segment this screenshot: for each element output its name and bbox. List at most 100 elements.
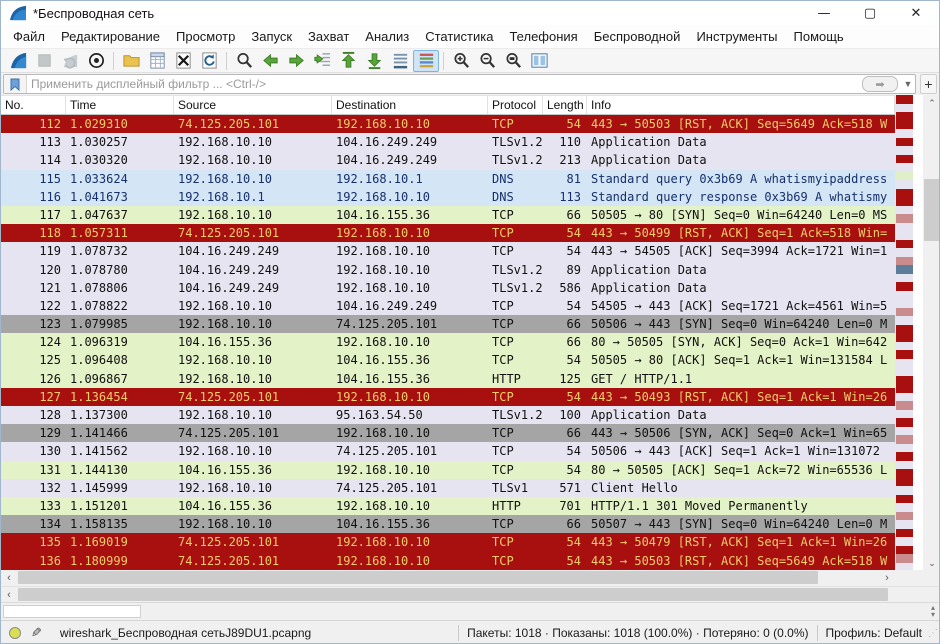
packet-row-130[interactable]: 1301.141562192.168.10.1074.125.205.101TC… — [1, 442, 895, 460]
cell-info: 50505 → 80 [SYN] Seq=0 Win=64240 Len=0 M… — [587, 206, 895, 224]
close-button[interactable]: ✕ — [893, 1, 939, 25]
packet-row-123[interactable]: 1231.079985192.168.10.1074.125.205.101TC… — [1, 315, 895, 333]
start-capture-icon[interactable] — [5, 50, 31, 72]
column-header-time[interactable]: Time — [66, 96, 174, 114]
zoom-original-icon[interactable] — [500, 50, 526, 72]
horizontal-scroll-thumb[interactable] — [18, 571, 818, 584]
menu-item-10[interactable]: Помощь — [786, 26, 852, 47]
capture-options-icon[interactable] — [83, 50, 109, 72]
packet-row-116[interactable]: 1161.041673192.168.10.1192.168.10.10DNS1… — [1, 188, 895, 206]
packet-row-121[interactable]: 1211.078806104.16.249.249192.168.10.10TL… — [1, 279, 895, 297]
packet-row-134[interactable]: 1341.158135192.168.10.10104.16.155.36TCP… — [1, 515, 895, 533]
apply-filter-icon[interactable]: ➡ — [862, 76, 898, 92]
menu-item-5[interactable]: Анализ — [357, 26, 417, 47]
secondary-scroll-thumb[interactable] — [18, 588, 888, 601]
packet-row-118[interactable]: 1181.05731174.125.205.101192.168.10.10TC… — [1, 224, 895, 242]
cell-src: 192.168.10.10 — [174, 351, 332, 369]
packet-row-119[interactable]: 1191.078732104.16.249.249192.168.10.10TC… — [1, 242, 895, 260]
menu-item-2[interactable]: Просмотр — [168, 26, 243, 47]
packet-minimap[interactable] — [895, 95, 913, 571]
menu-item-6[interactable]: Статистика — [417, 26, 501, 47]
cell-len: 54 — [543, 224, 587, 242]
packet-row-128[interactable]: 1281.137300192.168.10.1095.163.54.50TLSv… — [1, 406, 895, 424]
minimap-stripe — [896, 214, 913, 223]
capture-comment-icon[interactable]: ✎ — [31, 625, 42, 641]
minimize-button[interactable]: — — [801, 1, 847, 25]
zoom-in-icon[interactable] — [448, 50, 474, 72]
packet-row-133[interactable]: 1331.151201104.16.155.36192.168.10.10HTT… — [1, 497, 895, 515]
expert-info-icon[interactable] — [9, 627, 21, 639]
filter-bookmark-icon[interactable] — [4, 75, 27, 93]
column-header-length[interactable]: Length — [543, 96, 587, 114]
menu-item-1[interactable]: Редактирование — [53, 26, 168, 47]
resize-columns-icon[interactable] — [526, 50, 552, 72]
packet-row-131[interactable]: 1311.144130104.16.155.36192.168.10.10TCP… — [1, 461, 895, 479]
packet-row-129[interactable]: 1291.14146674.125.205.101192.168.10.10TC… — [1, 424, 895, 442]
column-header-no[interactable]: No. — [1, 96, 66, 114]
packet-row-122[interactable]: 1221.078822192.168.10.10104.16.249.249TC… — [1, 297, 895, 315]
minimap-stripe — [896, 435, 913, 444]
menu-item-7[interactable]: Телефония — [501, 26, 585, 47]
vertical-scrollbar[interactable]: ⌃ ⌄ — [923, 95, 940, 571]
cell-dst: 104.16.249.249 — [332, 133, 488, 151]
packet-row-114[interactable]: 1141.030320192.168.10.10104.16.249.249TL… — [1, 151, 895, 169]
horizontal-scrollbar[interactable]: ‹ › — [1, 570, 895, 586]
packet-row-132[interactable]: 1321.145999192.168.10.1074.125.205.101TL… — [1, 479, 895, 497]
go-back-icon[interactable] — [257, 50, 283, 72]
packet-row-126[interactable]: 1261.096867192.168.10.10104.16.155.36HTT… — [1, 370, 895, 388]
column-header-source[interactable]: Source — [174, 96, 332, 114]
packet-row-112[interactable]: 1121.02931074.125.205.101192.168.10.10TC… — [1, 115, 895, 133]
cell-time: 1.169019 — [66, 533, 174, 551]
packet-row-117[interactable]: 1171.047637192.168.10.10104.16.155.36TCP… — [1, 206, 895, 224]
toolbar-separator — [443, 52, 444, 70]
filter-dropdown-icon[interactable]: ▼ — [901, 79, 915, 89]
save-file-icon[interactable] — [144, 50, 170, 72]
cell-len: 571 — [543, 479, 587, 497]
resize-grip[interactable]: ⋰ — [928, 628, 938, 639]
find-packet-icon[interactable] — [231, 50, 257, 72]
packet-row-127[interactable]: 1271.13645474.125.205.101192.168.10.10TC… — [1, 388, 895, 406]
vertical-scroll-thumb[interactable] — [924, 179, 940, 241]
scroll-left-icon[interactable]: ‹ — [1, 570, 17, 586]
close-file-icon[interactable] — [170, 50, 196, 72]
stop-capture-icon[interactable] — [31, 50, 57, 72]
colorize-icon[interactable] — [413, 50, 439, 72]
packet-row-113[interactable]: 1131.030257192.168.10.10104.16.249.249TL… — [1, 133, 895, 151]
maximize-button[interactable]: ▢ — [847, 1, 893, 25]
packet-row-136[interactable]: 1361.18099974.125.205.101192.168.10.10TC… — [1, 552, 895, 570]
column-header-protocol[interactable]: Protocol — [488, 96, 543, 114]
menu-item-3[interactable]: Запуск — [243, 26, 300, 47]
column-header-info[interactable]: Info — [587, 96, 895, 114]
go-to-packet-icon[interactable] — [309, 50, 335, 72]
cell-src: 74.125.205.101 — [174, 388, 332, 406]
restart-capture-icon[interactable] — [57, 50, 83, 72]
scroll-up-icon[interactable]: ⌃ — [923, 95, 940, 111]
scroll-left-icon[interactable]: ‹ — [1, 587, 17, 603]
splitter-spinner-icon[interactable]: ▴▾ — [931, 604, 935, 618]
menu-item-9[interactable]: Инструменты — [688, 26, 785, 47]
add-filter-button[interactable]: + — [920, 74, 937, 94]
packet-row-124[interactable]: 1241.096319104.16.155.36192.168.10.10TCP… — [1, 333, 895, 351]
auto-scroll-icon[interactable] — [387, 50, 413, 72]
scroll-down-icon[interactable]: ⌄ — [923, 555, 940, 571]
cell-proto: TLSv1.2 — [488, 406, 543, 424]
menu-item-0[interactable]: Файл — [5, 26, 53, 47]
packet-row-115[interactable]: 1151.033624192.168.10.10192.168.10.1DNS8… — [1, 170, 895, 188]
go-first-icon[interactable] — [335, 50, 361, 72]
go-forward-icon[interactable] — [283, 50, 309, 72]
go-last-icon[interactable] — [361, 50, 387, 72]
zoom-out-icon[interactable] — [474, 50, 500, 72]
menu-item-4[interactable]: Захват — [300, 26, 357, 47]
scroll-right-icon[interactable]: › — [879, 570, 895, 586]
profile-label[interactable]: Профиль: Default — [826, 626, 923, 640]
packet-row-125[interactable]: 1251.096408192.168.10.10104.16.155.36TCP… — [1, 351, 895, 369]
reload-file-icon[interactable] — [196, 50, 222, 72]
menu-item-8[interactable]: Беспроводной — [586, 26, 689, 47]
display-filter-input[interactable] — [27, 77, 862, 91]
open-file-icon[interactable] — [118, 50, 144, 72]
column-header-destination[interactable]: Destination — [332, 96, 488, 114]
secondary-horizontal-scrollbar[interactable]: ‹ — [1, 586, 940, 602]
packet-row-135[interactable]: 1351.16901974.125.205.101192.168.10.10TC… — [1, 533, 895, 551]
packet-row-120[interactable]: 1201.078780104.16.249.249192.168.10.10TL… — [1, 261, 895, 279]
packet-list-header: No.TimeSourceDestinationProtocolLengthIn… — [1, 95, 895, 115]
